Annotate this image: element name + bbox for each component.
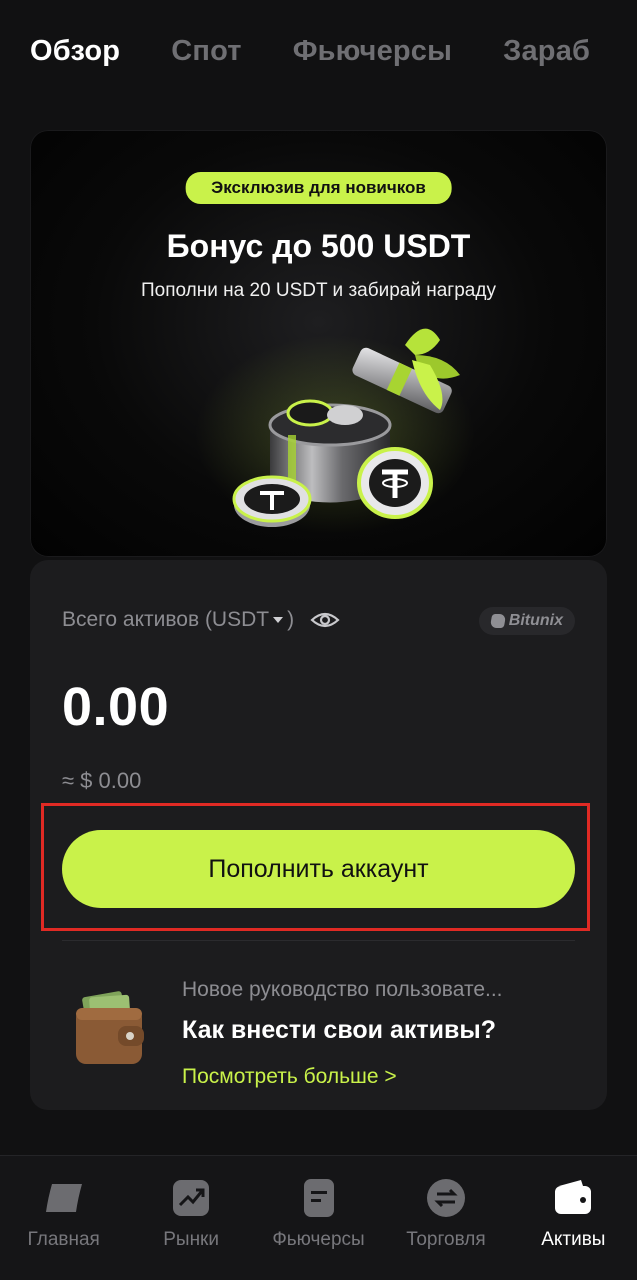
total-assets-label: Всего активов (USDT (62, 608, 270, 631)
guide-title: Как внести свои активы? (182, 1016, 496, 1044)
wallet-nav-icon (555, 1180, 592, 1214)
tab-overview[interactable]: Обзор (30, 35, 120, 68)
banner-title: Бонус до 500 USDT (166, 228, 471, 264)
top-tabs: Обзор Спот Фьючерсы Зараб (30, 26, 637, 76)
total-assets-label-close: ) (287, 608, 295, 631)
wallet-icon (76, 991, 144, 1064)
nav-item-assets[interactable]: Активы (510, 1156, 637, 1280)
nav-item-futures[interactable]: Фьючерсы (255, 1156, 382, 1280)
total-assets-value: 0.00 (62, 677, 170, 737)
home-icon (45, 1184, 82, 1212)
banner-subtitle: Пополни на 20 USDT и забирай награду (141, 280, 496, 301)
nav-item-trade[interactable]: Торговля (382, 1156, 509, 1280)
bitunix-brand: Bitunix (508, 612, 563, 629)
tab-futures[interactable]: Фьючерсы (293, 35, 452, 68)
total-assets-label-row: Всего активов (USDT ) (62, 608, 340, 632)
tab-spot[interactable]: Спот (171, 35, 241, 68)
bitunix-badge: Bitunix (478, 607, 575, 635)
trade-swap-icon (426, 1179, 465, 1217)
divider (62, 940, 575, 941)
nav-label-home: Главная (27, 1229, 100, 1250)
tab-earn[interactable]: Зараб (503, 35, 590, 68)
eye-icon[interactable] (310, 610, 340, 630)
guide-card[interactable]: Новое руководство пользовате... Как внес… (62, 970, 583, 1090)
nav-label-trade: Торговля (406, 1229, 486, 1250)
nav-label-assets: Активы (541, 1229, 606, 1250)
bitunix-logo-icon (489, 614, 507, 628)
nav-label-markets: Рынки (163, 1229, 219, 1250)
guide-kicker: Новое руководство пользовате... (182, 978, 503, 1001)
nav-label-futures: Фьючерсы (272, 1229, 365, 1250)
see-more-link[interactable]: Посмотреть больше > (182, 1065, 397, 1089)
nav-item-markets[interactable]: Рынки (127, 1156, 254, 1280)
usdt-gift-box-icon (195, 328, 475, 535)
currency-dropdown-caret-icon[interactable] (273, 617, 284, 623)
promo-banner[interactable]: Эксклюзив для новичков Бонус до 500 USDT… (30, 130, 607, 557)
deposit-account-button[interactable]: Пополнить аккаунт (62, 830, 575, 908)
markets-chart-icon (173, 1180, 210, 1216)
total-assets-approx-usd: ≈ $ 0.00 (62, 768, 142, 793)
total-assets-card: Всего активов (USDT ) Bitunix 0.00 ≈ $ 0… (30, 560, 607, 1110)
futures-document-icon (303, 1179, 334, 1217)
bottom-nav: Главная Рынки Фьючерсы Торговля Активы (0, 1155, 637, 1280)
banner-badge: Эксклюзив для новичков (185, 172, 452, 204)
assets-page: Обзор Спот Фьючерсы Зараб Эксклюзив для … (0, 0, 637, 1280)
nav-item-home[interactable]: Главная (0, 1156, 127, 1280)
